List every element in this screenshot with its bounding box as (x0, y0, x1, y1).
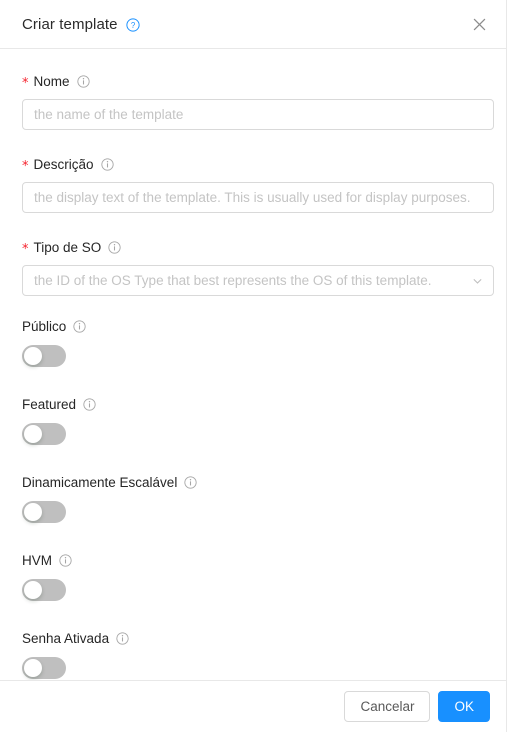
close-icon[interactable] (466, 11, 492, 37)
field-label-text: Nome (33, 73, 70, 89)
chevron-down-icon[interactable] (472, 275, 483, 286)
field-label-text: Dinamicamente Escalável (22, 474, 178, 490)
toggle-knob (24, 659, 42, 677)
label-description: * Descrição (22, 154, 484, 174)
field-label-text: Tipo de SO (33, 239, 102, 255)
info-circle-icon[interactable] (108, 240, 121, 254)
label-password-enabled: Senha Ativada (22, 628, 484, 648)
public-toggle[interactable] (22, 345, 66, 367)
name-input[interactable] (22, 99, 494, 130)
info-circle-icon[interactable] (100, 157, 114, 171)
required-indicator: * (22, 241, 29, 257)
password-enabled-toggle[interactable] (22, 657, 66, 679)
ostype-select[interactable]: the ID of the OS Type that best represen… (22, 265, 494, 296)
info-circle-icon[interactable] (116, 631, 129, 645)
cancel-button[interactable]: Cancelar (344, 691, 431, 722)
required-indicator: * (22, 158, 29, 174)
featured-toggle[interactable] (22, 423, 66, 445)
toggle-knob (24, 581, 42, 599)
label-ostype: * Tipo de SO (22, 237, 484, 257)
svg-text:?: ? (130, 21, 135, 30)
info-circle-icon[interactable] (83, 397, 96, 411)
info-circle-icon[interactable] (59, 553, 72, 567)
info-circle-icon[interactable] (73, 319, 86, 333)
toggle-knob (24, 425, 42, 443)
toggle-knob (24, 347, 42, 365)
ok-button[interactable]: OK (438, 691, 490, 722)
field-label-text: Descrição (33, 156, 94, 172)
field-label-text: Featured (22, 396, 77, 412)
modal-footer: Cancelar OK (0, 680, 506, 732)
question-circle-icon[interactable]: ? (126, 18, 140, 32)
form-item-ostype: * Tipo de SO the ID of the OS Type that … (22, 237, 494, 296)
field-label-text: Senha Ativada (22, 630, 110, 646)
page-title: Criar template (22, 15, 118, 33)
hvm-toggle[interactable] (22, 579, 66, 601)
form-item-hvm: HVM (22, 550, 484, 601)
form-item-featured: Featured (22, 394, 484, 445)
description-input[interactable] (22, 182, 494, 213)
field-label-text: HVM (22, 552, 52, 568)
form-item-name: * Nome (22, 71, 494, 130)
label-public: Público (22, 316, 484, 336)
toggle-knob (24, 503, 42, 521)
info-circle-icon[interactable] (184, 475, 197, 489)
label-dynamically-scalable: Dinamicamente Escalável (22, 472, 484, 492)
label-name: * Nome (22, 71, 484, 91)
required-indicator: * (22, 75, 29, 91)
create-template-modal: Criar template ? * Nome the name of the … (0, 0, 507, 732)
modal-body: * Nome * Descrição (0, 49, 506, 680)
form-item-description: * Descrição (22, 154, 494, 213)
dynamically-scalable-toggle[interactable] (22, 501, 66, 523)
label-hvm: HVM (22, 550, 484, 570)
info-circle-icon[interactable] (76, 74, 90, 88)
form-item-dynamically-scalable: Dinamicamente Escalável (22, 472, 484, 523)
label-featured: Featured (22, 394, 484, 414)
form-item-public: Público (22, 316, 484, 367)
form-item-password-enabled: Senha Ativada (22, 628, 484, 679)
modal-header: Criar template ? (0, 0, 506, 49)
field-label-text: Público (22, 318, 67, 334)
ostype-select-placeholder: the ID of the OS Type that best represen… (34, 273, 432, 288)
